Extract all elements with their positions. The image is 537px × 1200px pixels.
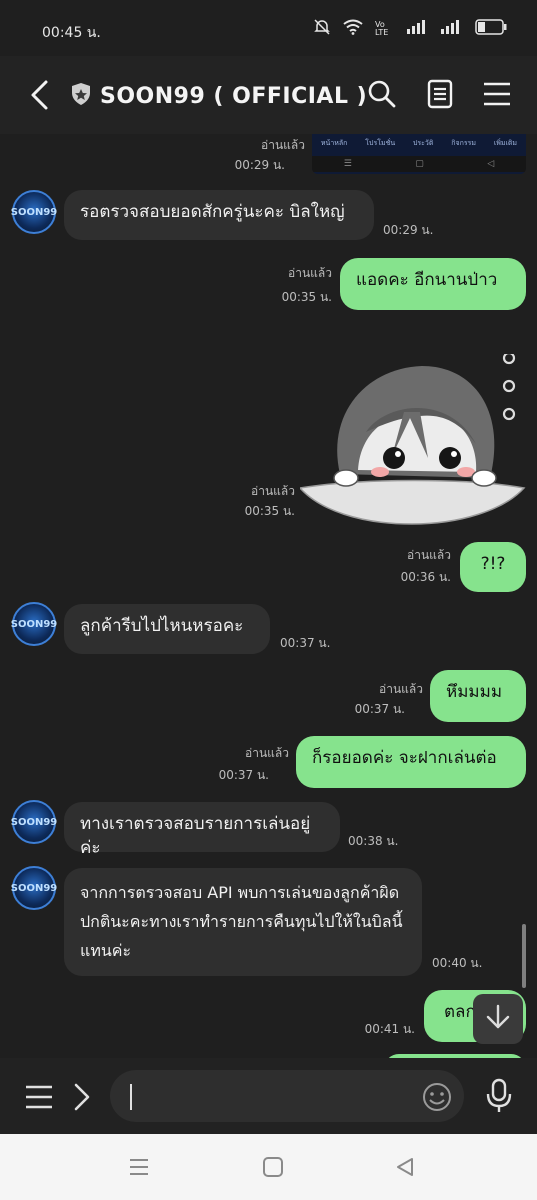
system-nav-bar [0, 1134, 537, 1200]
avatar[interactable]: SOON99 [10, 602, 58, 646]
message-bubble-incoming[interactable]: รอตรวจสอบยอดสักครู่นะคะ บิลใหญ่ [64, 190, 374, 240]
message-bubble-incoming[interactable]: ทางเราตรวจสอบรายการเล่นอยู่ค่ะ [64, 802, 340, 858]
chat-area[interactable]: หน้าหลัก โปรโมชั่น ประวัติ กิจกรรม เพิ่ม… [0, 134, 537, 1058]
microphone-icon[interactable] [485, 1078, 513, 1118]
message-time: 00:35 น. [244, 504, 295, 518]
avatar-label: SOON99 [10, 882, 58, 894]
scroll-down-button[interactable] [473, 994, 523, 1044]
message-time: 00:37 น. [280, 636, 331, 650]
message-time: 00:29 น. [383, 223, 434, 237]
thumb-menu-item: หน้าหลัก [320, 139, 348, 147]
volte-label: Vo LTE [375, 20, 389, 37]
chevron-right-icon[interactable] [72, 1082, 92, 1116]
message-time: 00:36 น. [400, 570, 451, 584]
message-time: 00:37 น. [218, 768, 269, 782]
message-bubble-incoming[interactable]: จากการตรวจสอบ API พบการเล่นของลูกค้าผิดป… [64, 868, 422, 976]
thumb-menu-item: กิจกรรม [451, 139, 476, 147]
message-time: 00:35 น. [281, 290, 332, 304]
read-receipt: อ่านแล้ว [407, 548, 451, 562]
avatar-label: SOON99 [10, 206, 58, 218]
thumb-nav-item: ◁ [487, 159, 495, 169]
notes-icon[interactable] [424, 78, 456, 110]
menu-icon[interactable] [482, 78, 514, 110]
thumbnail-nav: ☰ ▢ ◁ [312, 156, 526, 172]
battery-icon [475, 19, 507, 39]
screenshot-thumbnail[interactable]: หน้าหลัก โปรโมชั่น ประวัติ กิจกรรม เพิ่ม… [312, 134, 526, 174]
back-triangle-icon[interactable] [394, 1156, 416, 1182]
message-bubble-outgoing[interactable]: ?!? [460, 542, 526, 592]
read-receipt: อ่านแล้ว [261, 138, 305, 152]
thumb-nav-item: ☰ [343, 159, 352, 169]
chat-title: SOON99 ( OFFICIAL ) [100, 83, 368, 109]
thumb-menu-item: โปรโมชั่น [365, 139, 396, 147]
message-time: 00:41 น. [364, 1022, 415, 1036]
home-icon[interactable] [262, 1156, 284, 1182]
message-time: 00:29 น. [234, 158, 285, 172]
avatar[interactable]: SOON99 [10, 800, 58, 844]
message-bubble-outgoing[interactable]: แอดคะ อีกนานป่าว [340, 258, 526, 310]
verified-shield-icon [70, 82, 92, 110]
emoji-icon[interactable] [422, 1082, 452, 1116]
read-receipt: อ่านแล้ว [251, 484, 295, 498]
status-bar: 00:45 น. Vo LTE [0, 0, 537, 56]
read-receipt: อ่านแล้ว [288, 266, 332, 280]
read-receipt: อ่านแล้ว [245, 746, 289, 760]
status-time: 00:45 น. [42, 25, 101, 41]
thumbnail-menu: หน้าหลัก โปรโมชั่น ประวัติ กิจกรรม เพิ่ม… [312, 138, 526, 149]
mute-bell-icon [313, 18, 331, 40]
status-icons: Vo LTE [313, 18, 507, 40]
title-group[interactable]: SOON99 ( OFFICIAL ) [70, 82, 367, 110]
search-icon[interactable] [366, 78, 398, 110]
scrollbar[interactable] [522, 924, 526, 988]
chat-header: SOON99 ( OFFICIAL ) [0, 56, 537, 134]
hamburger-icon[interactable] [24, 1084, 54, 1114]
avatar[interactable]: SOON99 [10, 866, 58, 910]
message-time: 00:38 น. [348, 834, 399, 848]
signal-icon [407, 20, 429, 38]
avatar-label: SOON99 [10, 816, 58, 828]
thumb-menu-item: เพิ่มเติม [493, 139, 518, 147]
signal-2-icon [441, 20, 463, 38]
text-caret [130, 1084, 132, 1110]
arrow-down-icon [484, 1003, 512, 1035]
message-bubble-outgoing[interactable]: หึมมมม [430, 670, 526, 722]
input-bar [0, 1058, 537, 1134]
message-bubble-outgoing[interactable]: ก็รอยอดค่ะ จะฝากเล่นต่อ [296, 736, 526, 788]
back-arrow-icon[interactable] [28, 78, 52, 112]
thumb-menu-item: ประวัติ [412, 139, 434, 147]
message-time: 00:40 น. [432, 956, 483, 970]
avatar[interactable]: SOON99 [10, 190, 58, 234]
message-input[interactable] [110, 1070, 464, 1122]
thumb-nav-item: ▢ [415, 159, 424, 169]
read-receipt: อ่านแล้ว [379, 682, 423, 696]
wifi-icon [343, 19, 363, 39]
girl-peeking-sticker[interactable] [300, 354, 526, 534]
recents-icon[interactable] [128, 1156, 150, 1182]
avatar-label: SOON99 [10, 618, 58, 630]
message-time: 00:37 น. [354, 702, 405, 716]
message-bubble-incoming[interactable]: ลูกค้ารีบไปไหนหรอคะ [64, 604, 270, 654]
